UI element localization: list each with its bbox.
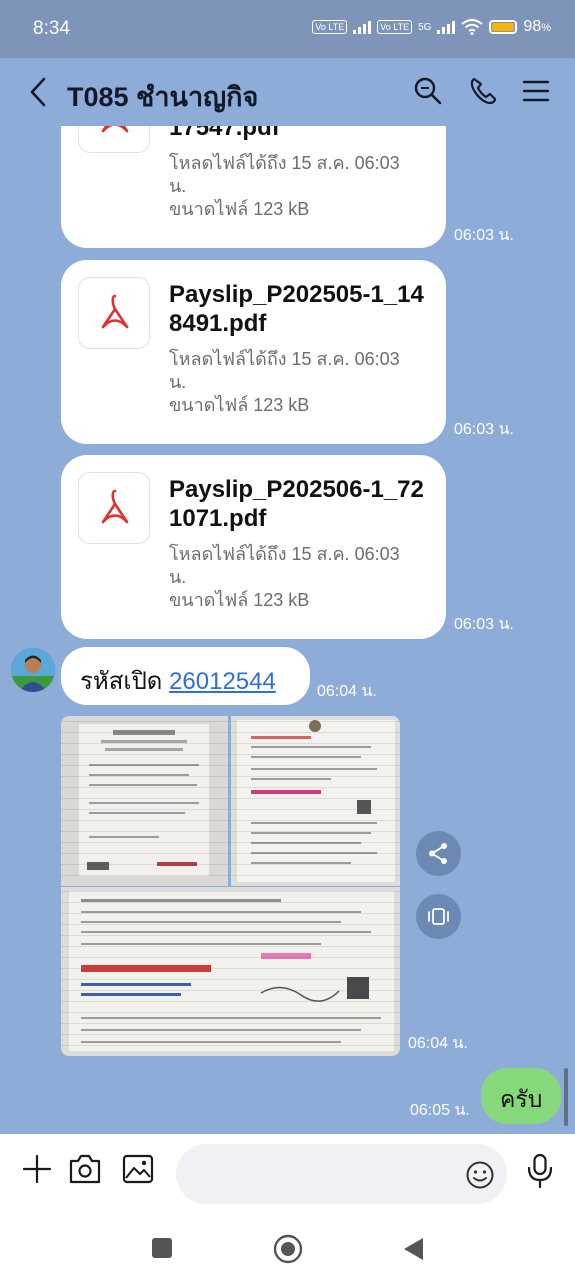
image-icon[interactable] <box>120 1152 156 1186</box>
signal-icon-2 <box>437 20 456 34</box>
file-name: 17547.pdf <box>169 126 280 141</box>
file-message[interactable]: 17547.pdf โหลดไฟล์ได้ถึง 15 ส.ค. 06:03 น… <box>61 126 446 248</box>
battery-percent: 98% <box>523 18 551 35</box>
signal-icon <box>353 20 372 34</box>
menu-icon[interactable] <box>519 74 553 108</box>
recent-apps-button[interactable] <box>151 1237 173 1259</box>
home-button[interactable] <box>272 1233 304 1265</box>
status-icons: Vo LTE Vo LTE 5G 98% <box>312 18 551 36</box>
phone-icon[interactable] <box>466 74 500 108</box>
document-photo[interactable] <box>61 887 400 1056</box>
file-meta: โหลดไฟล์ได้ถึง 15 ส.ค. 06:03 น. ขนาดไฟล์… <box>169 349 400 415</box>
share-icon <box>429 843 447 864</box>
sent-message-text: ครับ <box>500 1086 543 1112</box>
microphone-icon[interactable] <box>526 1152 554 1190</box>
message-input[interactable] <box>176 1144 507 1204</box>
file-meta: โหลดไฟล์ได้ถึง 15 ส.ค. 06:03 น. ขนาดไฟล์… <box>169 544 400 610</box>
file-name: Payslip_P202505-1_148491.pdf <box>169 281 424 337</box>
status-time: 8:34 <box>33 18 70 39</box>
plus-icon[interactable] <box>20 1152 54 1186</box>
file-message[interactable]: Payslip_P202505-1_148491.pdf โหลดไฟล์ได้… <box>61 260 446 444</box>
photo-grid[interactable] <box>61 716 400 1056</box>
battery-icon <box>489 20 518 34</box>
message-time: 06:05 น. <box>410 1102 470 1119</box>
file-meta: โหลดไฟล์ได้ถึง 15 ส.ค. 06:03 น. ขนาดไฟล์… <box>169 153 400 219</box>
message-time: 06:03 น. <box>454 227 514 244</box>
system-nav-bar <box>0 1228 575 1280</box>
document-photo[interactable] <box>61 716 228 886</box>
chat-header: T085 ชำนาญกิจ <box>0 58 575 126</box>
message-input-bar <box>0 1134 575 1228</box>
sent-message[interactable]: ครับ <box>481 1068 561 1124</box>
message-time: 06:04 น. <box>317 683 377 700</box>
chevron-left-icon[interactable] <box>24 74 54 110</box>
avatar[interactable] <box>11 648 55 692</box>
camera-icon[interactable] <box>67 1152 103 1186</box>
message-time: 06:03 น. <box>454 421 514 438</box>
file-message[interactable]: Payslip_P202506-1_721071.pdf โหลดไฟล์ได้… <box>61 455 446 639</box>
file-name: Payslip_P202506-1_721071.pdf <box>169 476 424 532</box>
chat-title: T085 ชำนาญกิจ <box>67 82 259 112</box>
back-button[interactable] <box>401 1236 425 1262</box>
network-type: 5G <box>418 21 432 33</box>
emoji-icon[interactable] <box>465 1160 495 1190</box>
volte-icon-2: Vo LTE <box>377 20 413 34</box>
scrollbar[interactable] <box>564 1068 568 1126</box>
search-icon[interactable] <box>411 74 445 108</box>
document-photo[interactable] <box>231 716 400 886</box>
pdf-icon <box>78 277 150 349</box>
volte-icon: Vo LTE <box>312 20 348 34</box>
album-view-button[interactable] <box>416 894 461 939</box>
share-button[interactable] <box>416 831 461 876</box>
status-bar: 8:34 Vo LTE Vo LTE 5G 98% <box>0 0 575 58</box>
text-message[interactable]: รหัสเปิด 26012544 <box>61 647 310 705</box>
message-time: 06:03 น. <box>454 616 514 633</box>
password-label: รหัสเปิด <box>80 668 163 695</box>
pdf-icon <box>78 472 150 544</box>
message-time: 06:04 น. <box>408 1035 468 1052</box>
password-code-link[interactable]: 26012544 <box>169 668 276 695</box>
wifi-icon <box>461 19 484 35</box>
chat-messages[interactable]: 17547.pdf โหลดไฟล์ได้ถึง 15 ส.ค. 06:03 น… <box>0 126 575 1134</box>
battery-fill <box>492 23 514 31</box>
album-icon <box>428 908 449 925</box>
pdf-icon <box>78 126 150 153</box>
